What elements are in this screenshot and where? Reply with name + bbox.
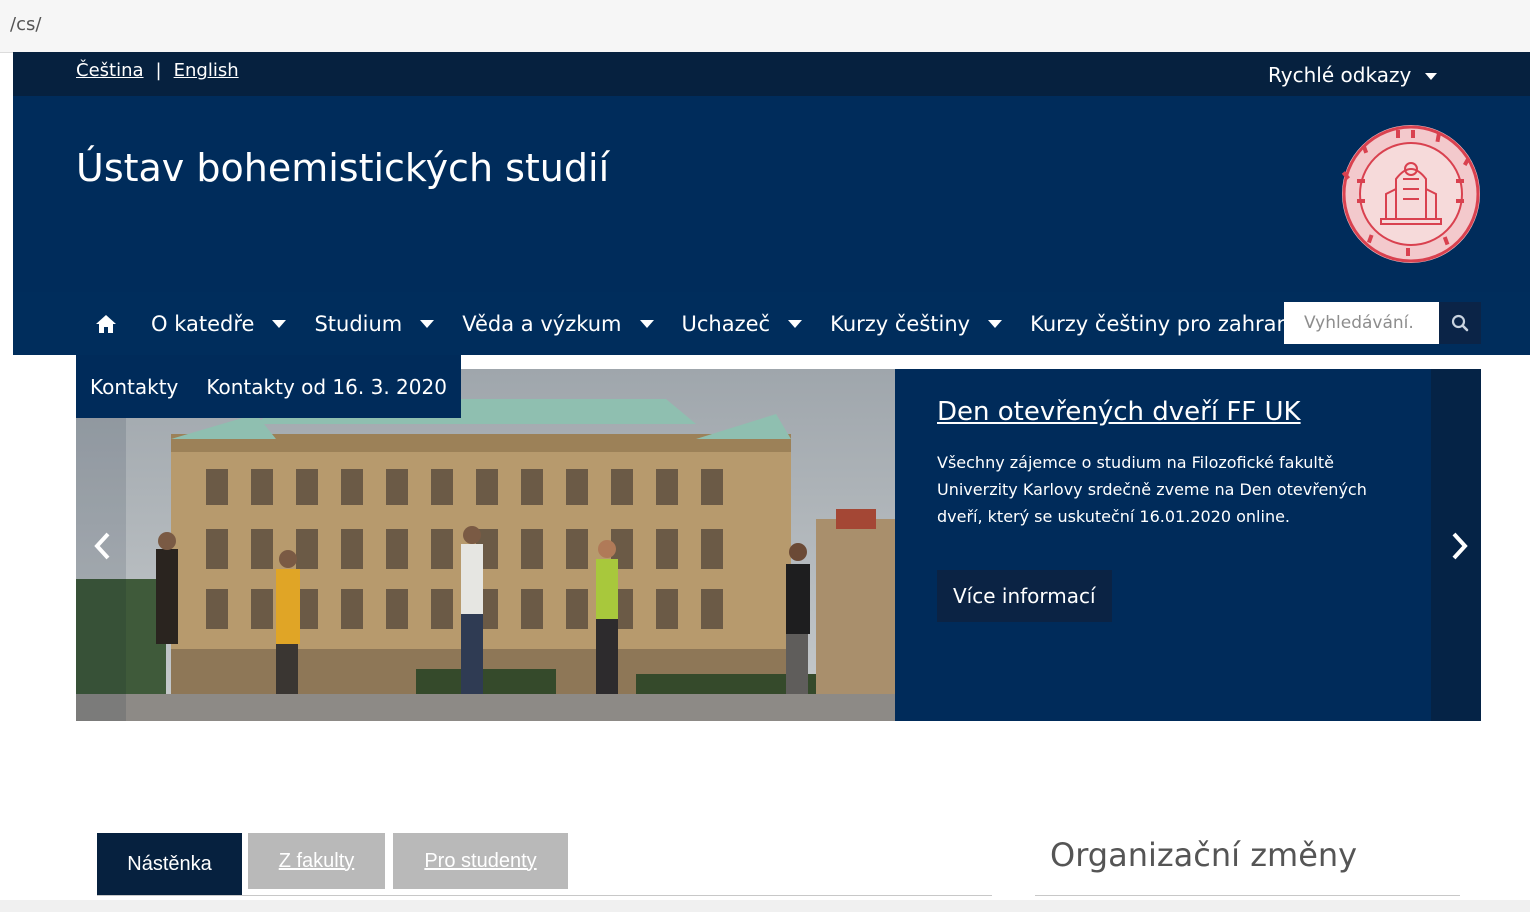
- url-text[interactable]: /cs/: [10, 14, 41, 35]
- nav-item-label: Uchazeč: [681, 311, 771, 336]
- tabs-divider: [97, 895, 992, 896]
- slide-description: Všechny zájemce o studium na Filozofické…: [937, 453, 1367, 526]
- chevron-left-icon[interactable]: [88, 529, 118, 563]
- subnav-item-kontakty[interactable]: Kontakty: [76, 375, 192, 399]
- nav-items: O katedře Studium Věda a výzkum Uchazeč …: [95, 292, 1285, 355]
- quick-links-dropdown[interactable]: Rychlé odkazy: [1268, 63, 1438, 87]
- lang-english-link[interactable]: English: [174, 60, 239, 81]
- subnav-item-kontakty-od[interactable]: Kontakty od 16. 3. 2020: [192, 375, 461, 399]
- tab-pro-studenty[interactable]: Pro studenty: [393, 833, 568, 889]
- lang-separator: |: [155, 60, 162, 81]
- search-input[interactable]: [1284, 302, 1439, 344]
- slide-content: Den otevřených dveří FF UK Všechny zájem…: [937, 397, 1377, 622]
- nav-item-label: Věda a výzkum: [462, 311, 622, 336]
- nav-item-label: Studium: [314, 311, 403, 336]
- chevron-down-icon: [420, 319, 435, 328]
- subnav-dropdown: Kontakty Kontakty od 16. 3. 2020: [76, 355, 461, 418]
- home-icon[interactable]: [95, 314, 117, 334]
- nav-item-uchazec[interactable]: Uchazeč: [682, 312, 803, 336]
- chevron-down-icon: [788, 319, 803, 328]
- nav-item-kurzy-cestiny[interactable]: Kurzy češtiny: [830, 311, 1003, 336]
- tab-z-fakulty[interactable]: Z fakulty: [248, 833, 385, 889]
- chevron-down-icon: [272, 319, 287, 328]
- chevron-down-icon: [988, 319, 1003, 328]
- search-box: [1284, 302, 1481, 344]
- chevron-right-icon[interactable]: [1444, 529, 1474, 563]
- faculty-building-photo: [76, 369, 895, 721]
- bottom-edge: [0, 900, 1530, 912]
- more-info-button[interactable]: Více informací: [937, 570, 1112, 622]
- search-icon: [1451, 314, 1469, 332]
- main-navigation: O katedře Studium Věda a výzkum Uchazeč …: [13, 292, 1530, 355]
- nav-item-o-katedre[interactable]: O katedře: [151, 311, 287, 336]
- chevron-down-icon: [639, 319, 654, 328]
- university-seal-icon[interactable]: [1341, 124, 1481, 264]
- site-title[interactable]: Ústav bohemistických studií: [76, 146, 609, 190]
- hero-carousel: Den otevřených dveří FF UK Všechny zájem…: [76, 369, 1481, 721]
- nav-item-kurzy-cestiny-pro-zahranicni[interactable]: Kurzy češtiny pro zahraniční studenty: [1030, 312, 1285, 336]
- chevron-down-icon: [1425, 73, 1438, 80]
- quick-links-label: Rychlé odkazy: [1268, 63, 1412, 87]
- nav-item-veda-a-vyzkum[interactable]: Věda a výzkum: [462, 311, 654, 336]
- organizational-changes-heading: Organizační změny: [1050, 836, 1358, 874]
- slide-title-link[interactable]: Den otevřených dveří FF UK: [937, 397, 1301, 427]
- browser-url-bar[interactable]: /cs/: [0, 0, 1530, 53]
- sidebar-divider: [1035, 895, 1460, 896]
- language-switcher: Čeština | English: [76, 60, 239, 81]
- search-button[interactable]: [1439, 302, 1481, 344]
- lang-czech-link[interactable]: Čeština: [76, 60, 144, 81]
- nav-item-label: Kurzy češtiny pro zahraniční studenty: [1030, 311, 1285, 336]
- top-utility-bar: Čeština | English Rychlé odkazy: [13, 52, 1530, 96]
- nav-item-studium[interactable]: Studium: [314, 311, 435, 336]
- tab-nastenka[interactable]: Nástěnka: [97, 833, 242, 895]
- nav-item-label: Kurzy češtiny: [830, 311, 971, 336]
- news-tabs: Nástěnka Z fakulty Pro studenty: [97, 833, 568, 895]
- nav-item-label: O katedře: [151, 311, 255, 336]
- site-header: Ústav bohemistických studií: [13, 96, 1530, 292]
